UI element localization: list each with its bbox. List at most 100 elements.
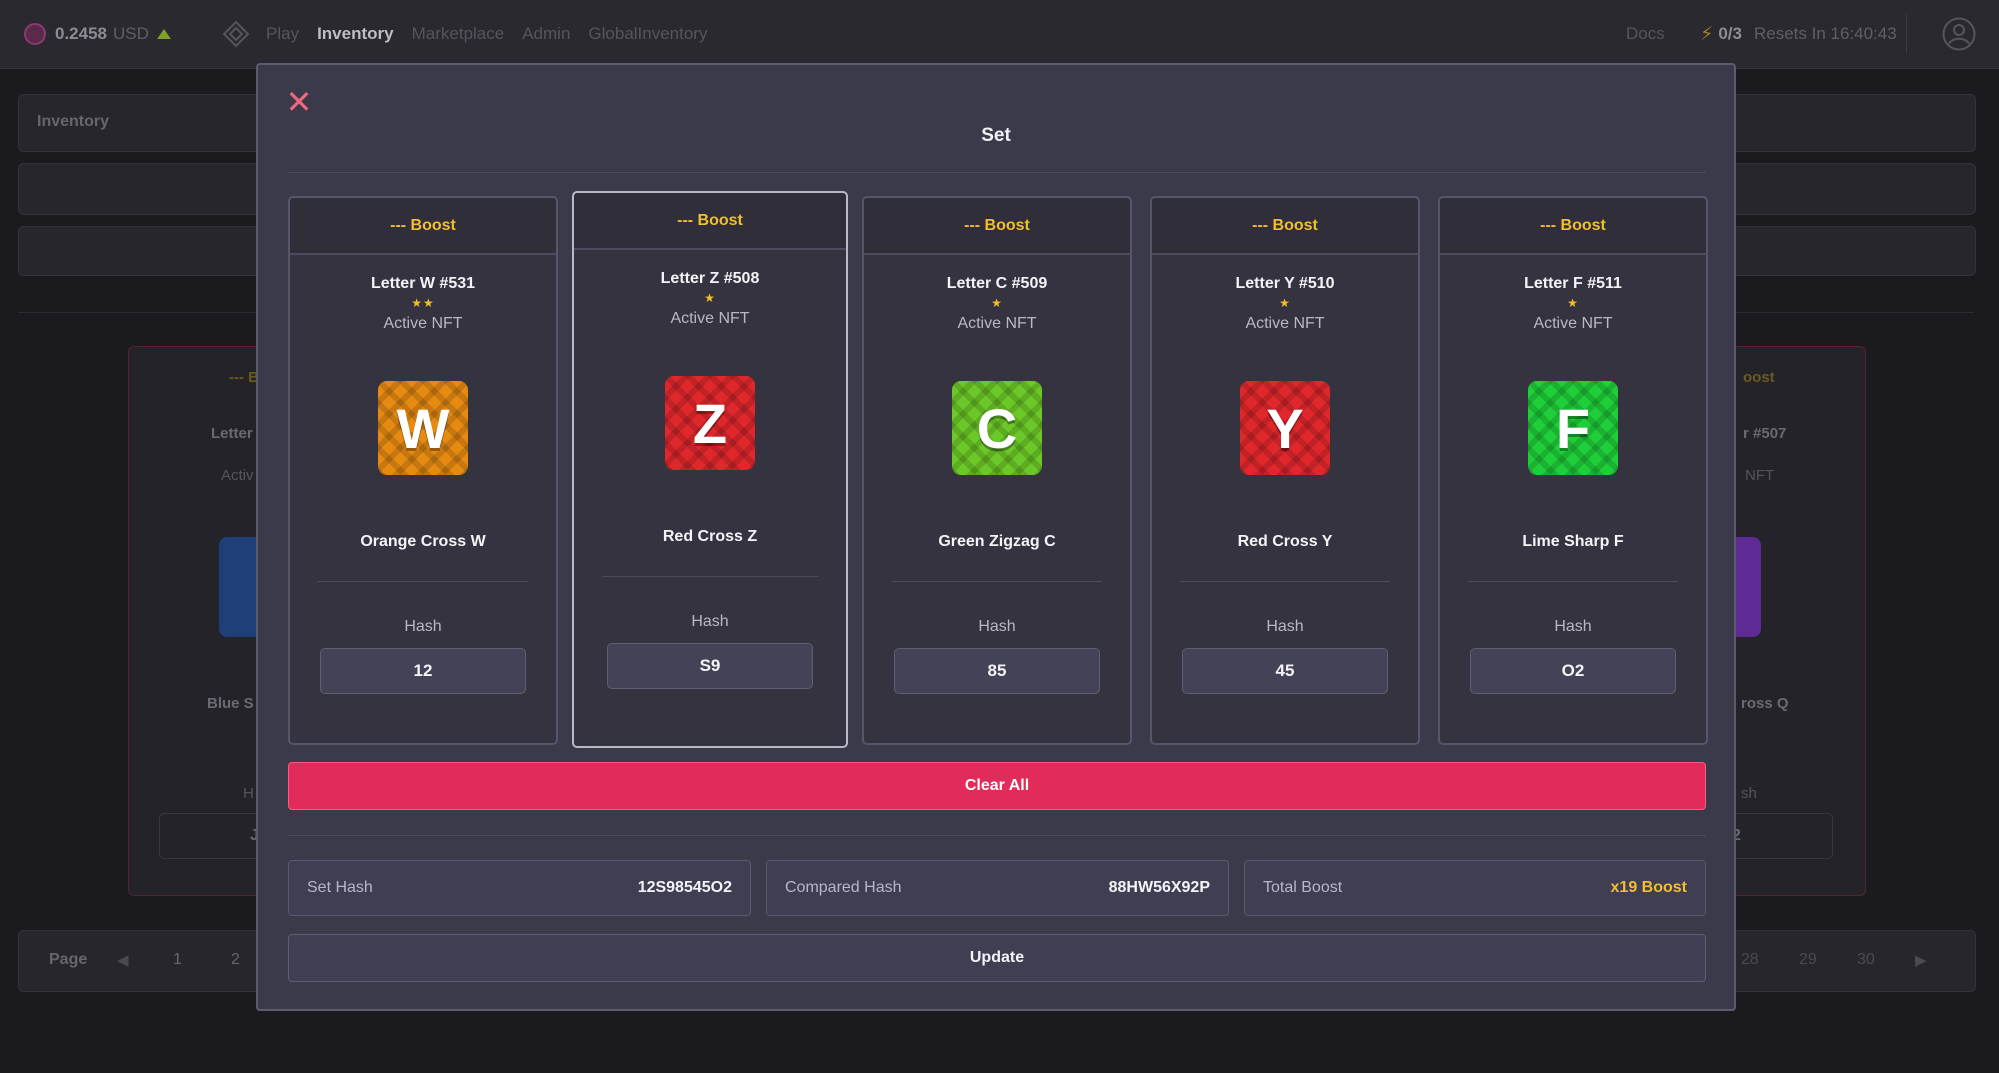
top-bar: 0.2458 USD Play Inventory Marketplace Ad… xyxy=(0,0,1999,69)
bg-left-hash-label: H xyxy=(243,785,254,802)
card-boost: --- Boost xyxy=(574,193,846,250)
nav-play[interactable]: Play xyxy=(266,24,299,44)
title-divider xyxy=(288,172,1706,173)
nav-inventory[interactable]: Inventory xyxy=(317,24,394,44)
balance-widget[interactable]: 0.2458 USD xyxy=(24,0,171,68)
compared-hash-value: 88HW56X92P xyxy=(1108,879,1210,896)
card-title: Lime Sharp F xyxy=(1522,533,1624,550)
stats-divider xyxy=(288,835,1706,836)
docs-link[interactable]: Docs xyxy=(1626,0,1665,68)
star-rating-icon: ★ xyxy=(991,296,1003,310)
card-active-status: Active NFT xyxy=(670,310,750,327)
card-hash-label: Hash xyxy=(978,618,1016,635)
bg-left-active: Activ xyxy=(221,467,254,484)
balance-value: 0.2458 xyxy=(55,24,107,43)
card-title: Red Cross Z xyxy=(662,528,758,545)
card-nft-name: Letter F #511 xyxy=(1524,275,1622,292)
bg-right-active: NFT xyxy=(1745,467,1775,484)
total-boost-value: x19 Boost xyxy=(1610,879,1687,896)
page-29[interactable]: 29 xyxy=(1799,951,1817,969)
card-hash-label: Hash xyxy=(691,613,729,630)
card-active-status: Active NFT xyxy=(957,315,1037,332)
inventory-label: Inventory xyxy=(37,113,110,130)
update-button[interactable]: Update xyxy=(288,934,1706,982)
card-hash-label: Hash xyxy=(404,618,442,635)
tile-letter: F xyxy=(1528,381,1618,475)
logo-icon[interactable] xyxy=(222,0,250,68)
card-hash-value: O2 xyxy=(1470,648,1676,694)
tile-letter: W xyxy=(378,381,468,475)
next-page-icon[interactable]: ▶ xyxy=(1915,951,1927,969)
star-rating-icon: ★ xyxy=(1567,296,1579,310)
card-divider xyxy=(318,581,528,582)
close-icon[interactable]: ✕ xyxy=(284,86,314,118)
set-card[interactable]: --- Boost Letter Y #510 ★ Active NFT Y Red Cr… xyxy=(1150,196,1420,745)
set-card[interactable]: --- Boost Letter F #511 ★ Active NFT F Lime S… xyxy=(1438,196,1708,745)
letter-tile: Y xyxy=(1240,381,1330,485)
nav-globalinventory[interactable]: GlobalInventory xyxy=(588,24,707,44)
star-rating-icon: ★★ xyxy=(411,296,435,310)
compared-hash-field: Compared Hash 88HW56X92P xyxy=(766,860,1229,916)
set-hash-field: Set Hash 12S98545O2 xyxy=(288,860,751,916)
bg-right-title: ross Q xyxy=(1741,695,1789,712)
tile-letter: Z xyxy=(665,376,755,470)
balance-currency: USD xyxy=(113,24,149,43)
tile-letter: C xyxy=(952,381,1042,475)
lightning-icon: ⚡ xyxy=(1700,23,1714,45)
set-card[interactable]: --- Boost Letter Z #508 ★ Active NFT Z Red Cr… xyxy=(572,191,848,748)
bg-left-hash-box: J xyxy=(159,813,269,859)
user-avatar-icon[interactable] xyxy=(1942,0,1976,68)
set-card[interactable]: --- Boost Letter W #531 ★★ Active NFT W Orang… xyxy=(288,196,558,745)
token-icon xyxy=(24,23,46,45)
card-active-status: Active NFT xyxy=(383,315,463,332)
prev-page-icon[interactable]: ◀ xyxy=(117,951,129,969)
card-hash-label: Hash xyxy=(1266,618,1304,635)
page-28[interactable]: 28 xyxy=(1741,951,1759,969)
compared-hash-label: Compared Hash xyxy=(785,879,902,896)
card-title: Red Cross Y xyxy=(1237,533,1333,550)
card-hash-value: S9 xyxy=(607,643,813,689)
letter-tile: C xyxy=(952,381,1042,485)
energy-count: 0/3 xyxy=(1718,24,1742,43)
bg-right-name: r #507 xyxy=(1743,425,1787,442)
background-card-right[interactable]: oost r #507 NFT ross Q sh 2 xyxy=(1720,346,1866,896)
card-nft-name: Letter C #509 xyxy=(946,275,1048,292)
card-divider xyxy=(1468,581,1678,582)
bg-right-boost: oost xyxy=(1743,369,1775,386)
resets-timer: Resets In 16:40:43 xyxy=(1753,24,1897,43)
nav-marketplace[interactable]: Marketplace xyxy=(412,24,505,44)
total-boost-label: Total Boost xyxy=(1263,879,1343,896)
card-title: Orange Cross W xyxy=(360,533,486,550)
bg-left-boost: --- B xyxy=(229,369,259,386)
total-boost-field: Total Boost x19 Boost xyxy=(1244,860,1706,916)
nav-admin[interactable]: Admin xyxy=(522,24,570,44)
bg-right-hash-box: 2 xyxy=(1721,813,1833,859)
bg-right-hash-label: sh xyxy=(1741,785,1757,802)
caret-up-icon xyxy=(156,29,171,39)
card-boost: --- Boost xyxy=(290,198,556,255)
page-30[interactable]: 30 xyxy=(1857,951,1875,969)
card-active-status: Active NFT xyxy=(1245,315,1325,332)
card-nft-name: Letter Z #508 xyxy=(660,270,760,287)
card-divider xyxy=(1180,581,1390,582)
tile-letter: Y xyxy=(1240,381,1330,475)
star-rating-icon: ★ xyxy=(1279,296,1291,310)
letter-tile: Z xyxy=(665,376,755,480)
card-boost: --- Boost xyxy=(1440,198,1706,255)
set-card[interactable]: --- Boost Letter C #509 ★ Active NFT C Green … xyxy=(862,196,1132,745)
energy-widget: ⚡ 0/3 Resets In 16:40:43 xyxy=(1700,0,1897,68)
background-card-left[interactable]: --- B Letter Activ Blue S H J xyxy=(128,346,270,896)
page-2[interactable]: 2 xyxy=(231,951,240,969)
page-label: Page xyxy=(49,951,88,968)
card-title: Green Zigzag C xyxy=(938,533,1056,550)
card-divider xyxy=(602,576,818,577)
bg-left-title: Blue S xyxy=(207,695,254,712)
card-nft-name: Letter W #531 xyxy=(370,275,476,292)
set-hash-value: 12S98545O2 xyxy=(637,879,732,896)
bg-left-name: Letter xyxy=(211,425,253,442)
clear-all-button[interactable]: Clear All xyxy=(288,762,1706,810)
card-hash-value: 12 xyxy=(320,648,526,694)
page-1[interactable]: 1 xyxy=(173,951,182,969)
letter-tile: F xyxy=(1528,381,1618,485)
star-rating-icon: ★ xyxy=(704,291,716,305)
